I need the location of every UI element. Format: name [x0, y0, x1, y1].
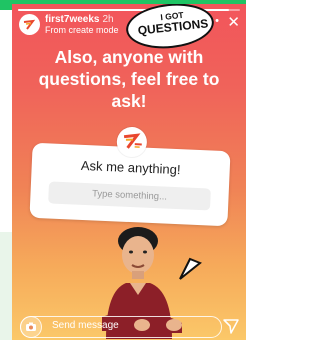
left-margin — [0, 232, 12, 340]
camera-icon[interactable] — [20, 316, 42, 338]
paper-plane-glyph — [223, 319, 239, 334]
send-message-placeholder: Send message — [52, 320, 119, 331]
send-message-field[interactable] — [20, 316, 222, 338]
close-icon[interactable]: ✕ — [227, 13, 240, 31]
story-time: 2h — [102, 14, 114, 25]
brand-logo-icon — [123, 133, 142, 149]
avatar[interactable] — [19, 14, 40, 35]
story-viewer[interactable]: first7weeks2h From create mode ••• ✕ Als… — [12, 4, 246, 340]
question-sticker[interactable]: Ask me anything! Type something... — [29, 126, 231, 227]
story-username[interactable]: first7weeks 2h — [45, 14, 114, 25]
story-footer: Send message — [12, 313, 246, 340]
headline-line-3: ask! — [111, 91, 147, 111]
send-icon[interactable] — [222, 317, 240, 340]
headline-line-1: Also, anyone with — [54, 47, 204, 67]
headline-line-2: questions, feel free to — [38, 69, 220, 89]
username-text: first7weeks — [45, 14, 100, 25]
sticker-avatar — [116, 126, 148, 158]
question-prompt: Ask me anything! — [80, 157, 181, 178]
story-headline: Also, anyone with questions, feel free t… — [24, 46, 234, 112]
brand-logo-icon — [20, 15, 39, 34]
camera-glyph — [26, 322, 36, 331]
story-subtitle: From create mode — [45, 25, 119, 35]
question-answer-input[interactable]: Type something... — [48, 181, 211, 211]
